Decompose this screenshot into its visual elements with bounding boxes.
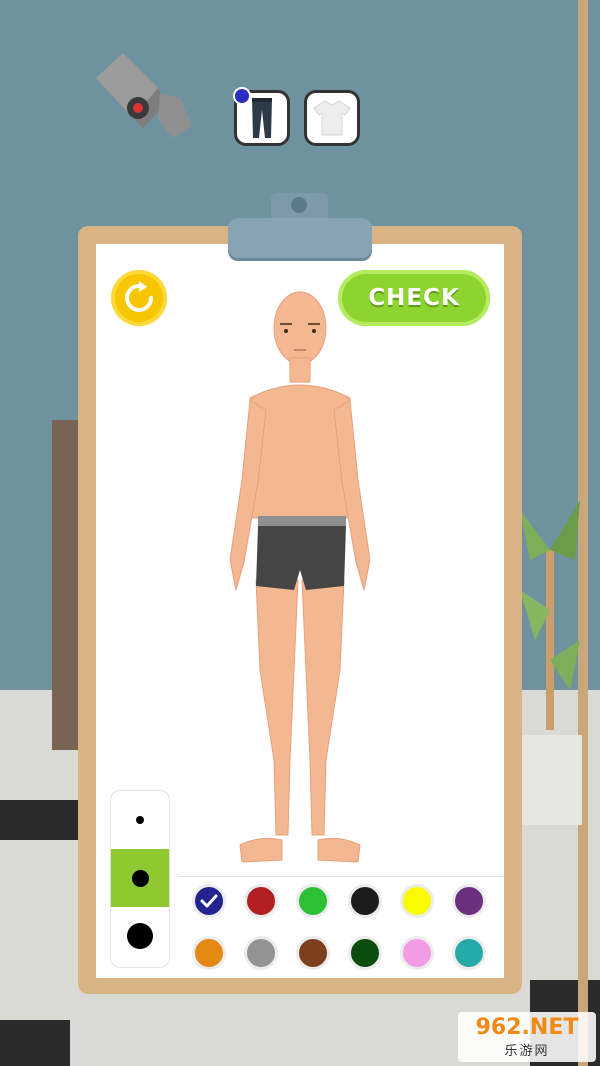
- tab-pants[interactable]: [233, 87, 290, 146]
- color-swatch[interactable]: [244, 884, 278, 918]
- plant-decor: [520, 500, 580, 730]
- medium-dot-icon: [131, 869, 149, 887]
- clipboard-clip-hole: [291, 197, 307, 213]
- color-swatch[interactable]: [192, 936, 226, 970]
- reset-button[interactable]: [111, 270, 167, 326]
- plant-pot: [522, 735, 582, 825]
- color-swatch[interactable]: [244, 936, 278, 970]
- watermark-subtext: 乐游网: [504, 1043, 550, 1059]
- checkmark-icon: [200, 894, 218, 908]
- color-swatch[interactable]: [452, 936, 486, 970]
- small-dot-icon: [136, 816, 144, 824]
- color-swatch[interactable]: [400, 936, 434, 970]
- refresh-icon: [125, 281, 153, 312]
- site-watermark: 962.NET 乐游网: [458, 1012, 596, 1062]
- watermark-logo-text: 962.NET: [475, 1014, 579, 1040]
- selected-indicator: [233, 87, 251, 105]
- palette-divider: [178, 876, 504, 877]
- large-dot-icon: [127, 923, 153, 949]
- brush-size-medium[interactable]: [111, 849, 169, 907]
- color-swatch[interactable]: [348, 936, 382, 970]
- clipboard-clip: [228, 218, 372, 258]
- security-camera-icon: [96, 53, 192, 138]
- color-swatch[interactable]: [348, 884, 382, 918]
- brush-size-selector: [110, 790, 170, 968]
- color-swatch[interactable]: [192, 884, 226, 918]
- character-model: [229, 291, 371, 863]
- color-palette: [192, 884, 494, 970]
- clothing-category-tabs: [233, 87, 360, 146]
- brush-size-large[interactable]: [111, 907, 169, 965]
- color-swatch[interactable]: [452, 884, 486, 918]
- color-swatch[interactable]: [296, 884, 330, 918]
- color-swatch[interactable]: [400, 884, 434, 918]
- shirt-icon: [313, 100, 351, 136]
- color-swatch[interactable]: [296, 936, 330, 970]
- pants-icon: [252, 98, 272, 138]
- tab-shirt[interactable]: [304, 90, 360, 146]
- brush-size-small[interactable]: [111, 791, 169, 849]
